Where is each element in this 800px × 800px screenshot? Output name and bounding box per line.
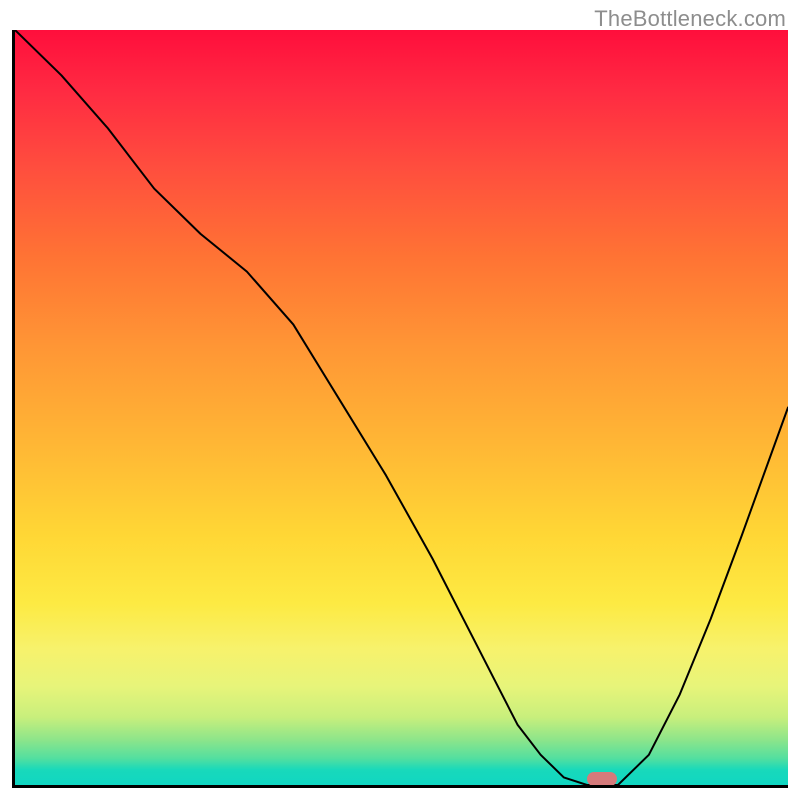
bottleneck-curve	[15, 30, 788, 785]
optimal-point-marker	[587, 772, 617, 785]
chart-stage: TheBottleneck.com	[0, 0, 800, 800]
watermark-text: TheBottleneck.com	[594, 6, 786, 32]
plot-area	[15, 30, 788, 785]
